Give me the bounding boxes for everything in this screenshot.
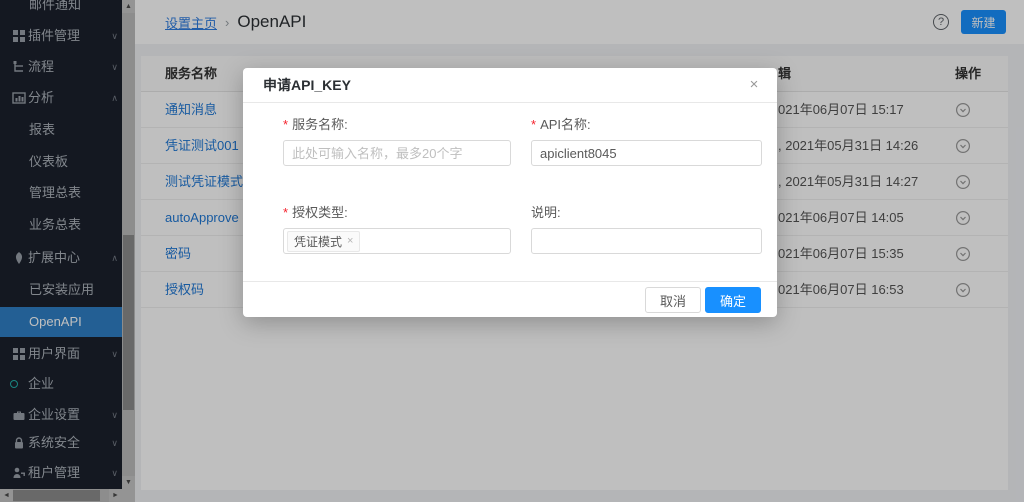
auth-type-tag-label: 凭证模式 (294, 233, 342, 250)
api-name-label: API名称: (531, 114, 591, 133)
auth-type-label: 授权类型: (283, 202, 348, 221)
close-icon[interactable]: × (745, 76, 763, 94)
api-name-input[interactable] (531, 140, 762, 166)
dialog-title: 申请API_KEY (263, 68, 351, 103)
description-input[interactable] (531, 228, 762, 254)
cancel-button[interactable]: 取消 (645, 287, 701, 313)
auth-type-tag: 凭证模式 × (287, 231, 360, 252)
confirm-button[interactable]: 确定 (705, 287, 761, 313)
dialog-footer: 取消 确定 (243, 281, 777, 317)
auth-type-select[interactable]: 凭证模式 × (283, 228, 511, 254)
service-name-label: 服务名称: (283, 114, 348, 133)
dialog-header: 申请API_KEY × (243, 68, 777, 103)
apply-api-key-dialog: 申请API_KEY × 服务名称: API名称: 授权类型: 说明: 凭证模式 … (243, 68, 777, 317)
service-name-input[interactable] (283, 140, 511, 166)
tag-close-icon[interactable]: × (347, 235, 353, 247)
description-label: 说明: (531, 202, 561, 221)
